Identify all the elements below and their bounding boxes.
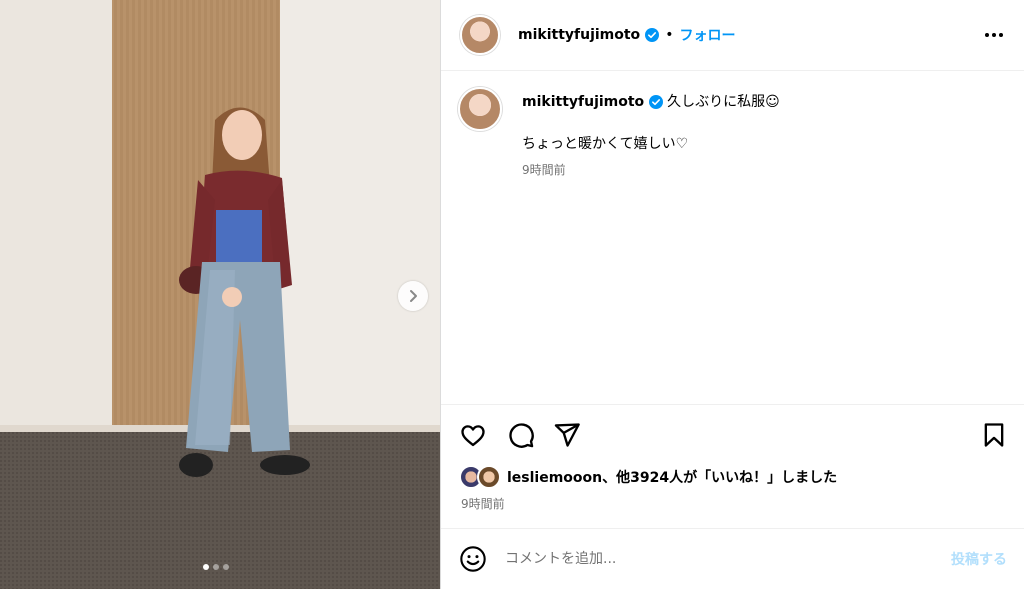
caption-first-line: mikittyfujimoto 久しぶりに私服☺︎ bbox=[522, 93, 780, 111]
more-options-icon[interactable] bbox=[983, 24, 1005, 46]
chevron-right-icon bbox=[410, 290, 417, 302]
comment-input[interactable] bbox=[503, 550, 907, 568]
comment-bar: 投稿する bbox=[441, 528, 1024, 589]
next-slide-button[interactable] bbox=[398, 281, 428, 311]
carousel-dot bbox=[203, 564, 209, 570]
comment-bubble-icon[interactable] bbox=[507, 421, 535, 449]
post-photo bbox=[0, 0, 440, 589]
paper-plane-icon[interactable] bbox=[553, 421, 581, 449]
likes-text[interactable]: lesliemooon、他3924人が「いいね！」しました bbox=[507, 467, 837, 487]
likes-summary[interactable]: lesliemooon、他3924人が「いいね！」しました bbox=[459, 465, 837, 489]
caption-timestamp[interactable]: 9時間前 bbox=[522, 161, 780, 179]
heart-icon[interactable] bbox=[459, 421, 487, 449]
post-header: mikittyfujimoto • フォロー bbox=[441, 0, 1024, 71]
post-comment-button[interactable]: 投稿する bbox=[951, 549, 1007, 569]
carousel-dot bbox=[213, 564, 219, 570]
action-bar bbox=[441, 404, 1024, 464]
smiley-icon[interactable] bbox=[459, 545, 487, 573]
liker-avatar bbox=[477, 465, 501, 489]
caption-text-line2: ちょっと暖かくて嬉しい♡ bbox=[522, 136, 689, 152]
caption-text-line1: 久しぶりに私服☺︎ bbox=[667, 94, 780, 110]
verified-badge-icon bbox=[645, 28, 660, 42]
caption-username[interactable]: mikittyfujimoto bbox=[522, 94, 644, 110]
caption-avatar[interactable] bbox=[458, 87, 502, 131]
caption-body: mikittyfujimoto 久しぶりに私服☺︎ ちょっと暖かくて嬉しい♡ 9… bbox=[522, 93, 780, 179]
instagram-post-modal: mikittyfujimoto • フォロー mikittyfujimoto 久… bbox=[0, 0, 1024, 589]
author-username[interactable]: mikittyfujimoto bbox=[518, 27, 640, 43]
bookmark-icon[interactable] bbox=[980, 421, 1008, 449]
carousel-indicator bbox=[203, 564, 229, 570]
carousel-dot bbox=[223, 564, 229, 570]
follow-button[interactable]: フォロー bbox=[679, 25, 735, 45]
post-caption: mikittyfujimoto 久しぶりに私服☺︎ ちょっと暖かくて嬉しい♡ 9… bbox=[458, 87, 780, 179]
post-detail-panel: mikittyfujimoto • フォロー mikittyfujimoto 久… bbox=[440, 0, 1024, 589]
verified-badge-icon bbox=[648, 95, 663, 109]
post-media[interactable] bbox=[0, 0, 440, 589]
author-avatar[interactable] bbox=[460, 15, 500, 55]
header-separator: • bbox=[665, 27, 674, 43]
post-timestamp[interactable]: 9時間前 bbox=[461, 495, 505, 512]
